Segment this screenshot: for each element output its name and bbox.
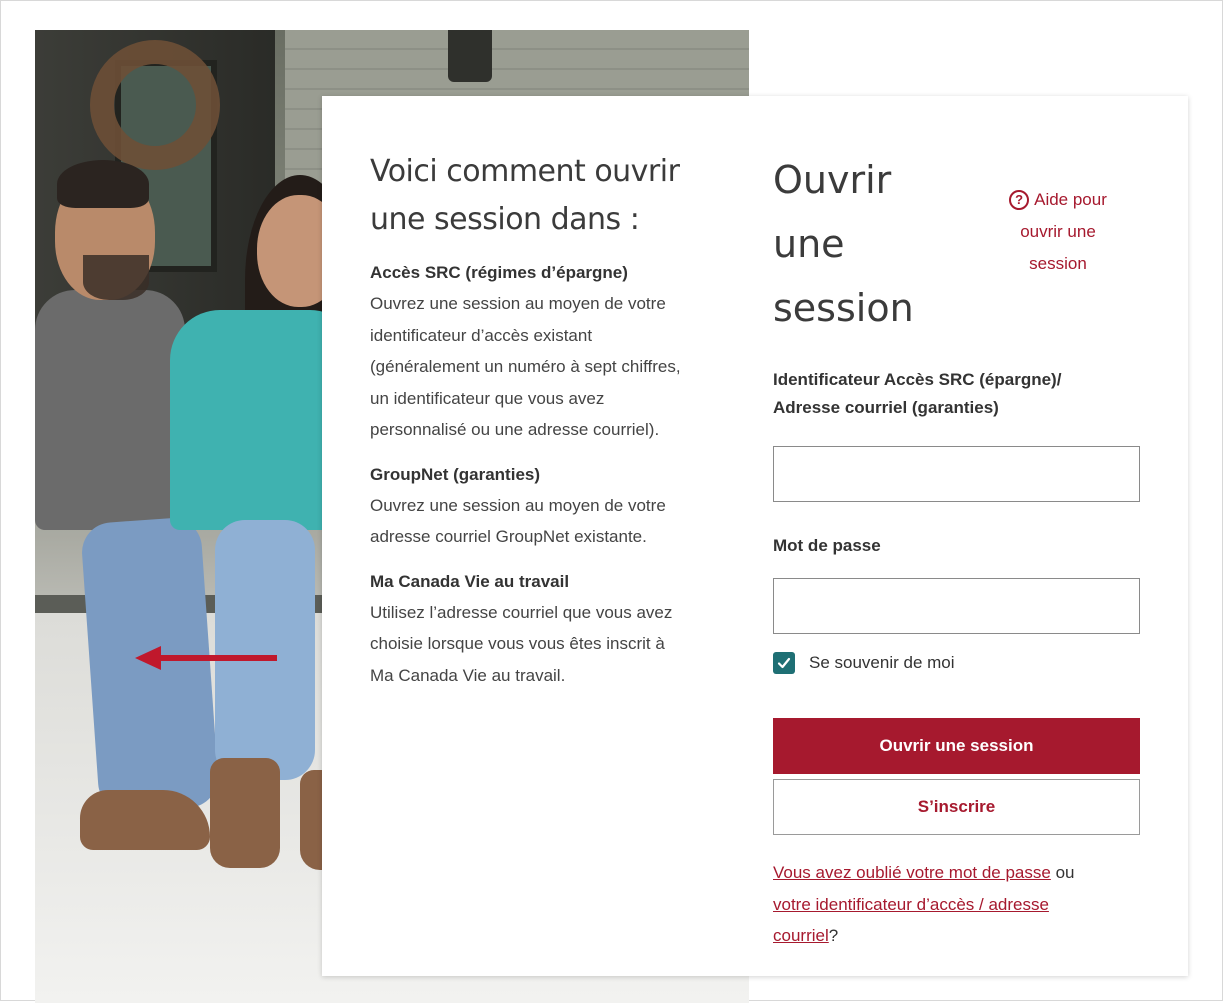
sign-in-button[interactable]: Ouvrir une session: [773, 718, 1140, 774]
password-label: Mot de passe: [773, 536, 881, 555]
instructions-title: Voici comment ouvrir une session dans :: [370, 148, 750, 244]
help-sign-in-link[interactable]: ? Aide pour ouvrir une session: [983, 184, 1133, 280]
section-text: Ouvrez une session au moyen de votre ide…: [370, 294, 681, 439]
porch-lamp: [448, 30, 492, 82]
man-sweater: [35, 290, 185, 530]
id-field-label: Identificateur Accès SRC (épargne)/ Adre…: [773, 370, 1062, 417]
instructions-title-line1: Voici comment ouvrir: [370, 154, 680, 189]
login-form: Ouvrir une session ? Aide pour ouvrir une…: [773, 148, 1140, 952]
section-acces-src: Accès SRC (régimes d’épargne) Ouvrez une…: [370, 258, 750, 446]
man-boot: [80, 790, 210, 850]
register-button[interactable]: S’inscrire: [773, 779, 1140, 835]
section-text: Utilisez l’adresse courriel que vous ave…: [370, 602, 673, 685]
remember-me-row: Se souvenir de moi: [773, 648, 1140, 678]
wreath: [90, 40, 220, 170]
instructions-title-line2: une session dans :: [370, 202, 640, 237]
question-circle-icon: ?: [1009, 190, 1030, 210]
section-heading: Ma Canada Vie au travail: [370, 571, 570, 591]
forgot-password-link[interactable]: Vous avez oublié votre mot de passe: [773, 863, 1051, 882]
man-hair: [57, 160, 149, 208]
section-heading: Accès SRC (régimes d’épargne): [370, 263, 628, 282]
woman-boot-left: [210, 758, 280, 868]
left-arrow-icon: [135, 646, 277, 670]
checkmark-icon: [777, 657, 791, 669]
remember-me-label[interactable]: Se souvenir de moi: [809, 653, 955, 673]
remember-me-checkbox[interactable]: [773, 652, 795, 674]
id-input[interactable]: [773, 446, 1140, 502]
forgot-id-link[interactable]: votre identificateur d’accès / adresse co…: [773, 895, 1049, 946]
forgot-credentials-text: Vous avez oublié votre mot de passe ou v…: [773, 857, 1140, 952]
forgot-connector: ou: [1050, 863, 1075, 882]
section-text: Ouvrez une session au moyen de votre adr…: [370, 495, 666, 547]
section-ma-canada-vie: Ma Canada Vie au travail Utilisez l’adre…: [370, 567, 750, 692]
section-groupnet: GroupNet (garanties) Ouvrez une session …: [370, 460, 750, 553]
login-card: Voici comment ouvrir une session dans : …: [322, 96, 1188, 976]
instructions-panel: Voici comment ouvrir une session dans : …: [370, 148, 750, 691]
password-input[interactable]: [773, 578, 1140, 634]
login-title: Ouvrir une session: [773, 158, 914, 330]
section-heading: GroupNet (garanties): [370, 464, 541, 484]
forgot-suffix: ?: [828, 926, 839, 945]
man-beard: [83, 255, 149, 300]
